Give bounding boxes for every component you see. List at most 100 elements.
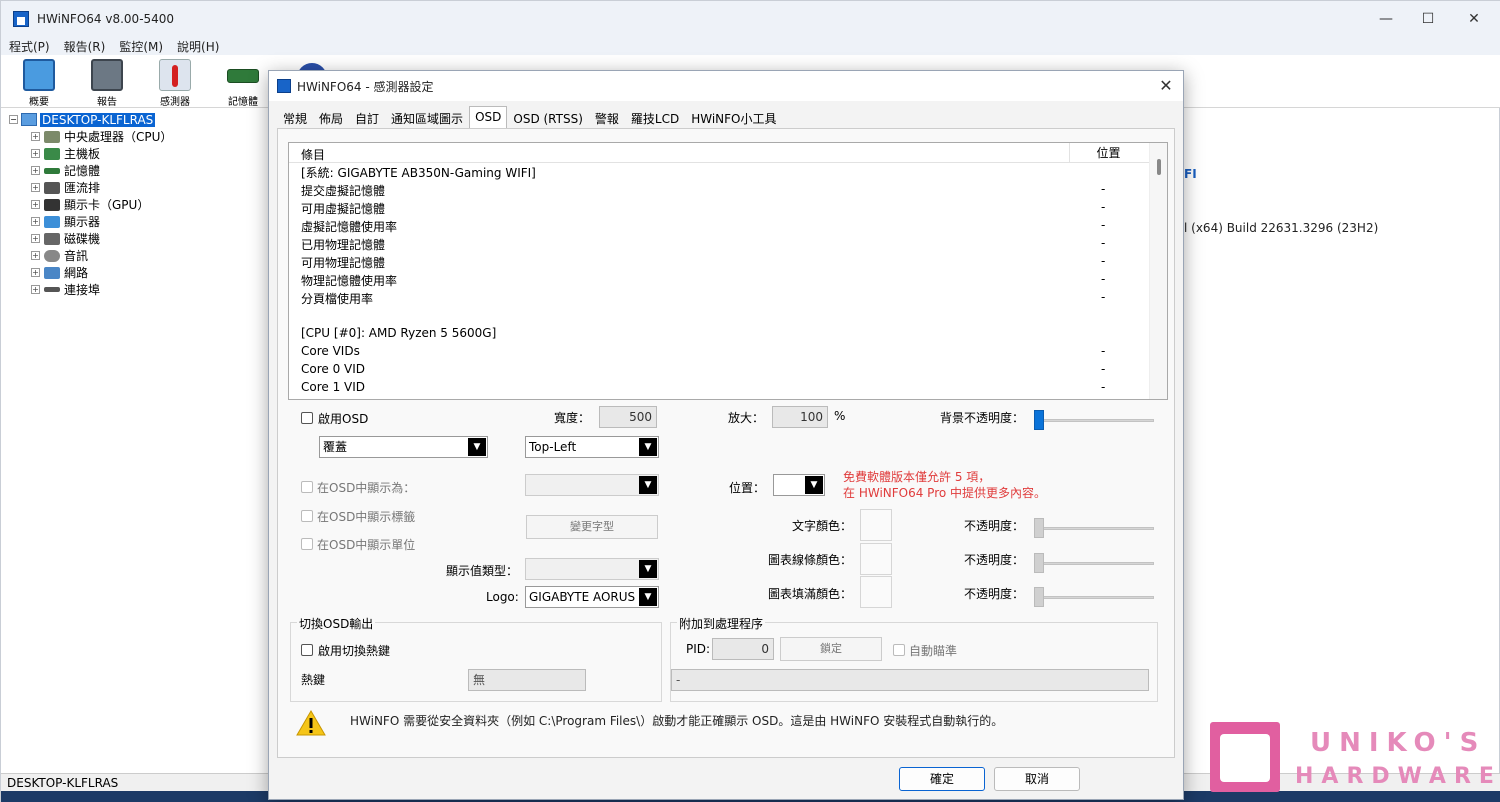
minimize-button[interactable]: — <box>1363 1 1409 37</box>
width-input[interactable]: 500 <box>599 406 657 428</box>
line-color-swatch[interactable] <box>860 543 892 575</box>
menu-program[interactable]: 程式(P) <box>9 38 50 55</box>
bg-opacity-slider[interactable] <box>1034 410 1154 430</box>
mode-select[interactable]: 覆蓋 ▼ <box>319 436 488 458</box>
show-unit-checkbox[interactable] <box>301 538 313 550</box>
tree-item-drives[interactable]: + 磁碟機 <box>31 230 100 247</box>
tab-tray-icon[interactable]: 通知區域圖示 <box>385 108 469 128</box>
collapse-icon[interactable]: − <box>9 115 18 124</box>
ok-button[interactable]: 確定 <box>899 767 985 791</box>
dialog-close-button[interactable]: ✕ <box>1155 75 1177 97</box>
value-type-select[interactable]: ▼ <box>525 558 659 580</box>
title-bar: HWiNFO64 v8.00-5400 — ☐ ✕ <box>1 1 1500 37</box>
tree-item-label: 中央處理器（CPU） <box>64 130 173 144</box>
show-as-select[interactable]: ▼ <box>525 474 659 496</box>
tab-custom[interactable]: 自訂 <box>349 108 385 128</box>
list-item[interactable]: Core VIDs - <box>301 344 1141 362</box>
list-item[interactable]: Core 1 VID - <box>301 380 1141 398</box>
list-scrollbar[interactable] <box>1149 143 1167 399</box>
list-item[interactable]: Core 0 VID - <box>301 362 1141 380</box>
expand-icon[interactable]: + <box>31 183 40 192</box>
tab-osd-rtss[interactable]: OSD (RTSS) <box>507 108 589 128</box>
tree-root[interactable]: − DESKTOP-KLFLRAS <box>9 111 156 128</box>
text-color-swatch[interactable] <box>860 509 892 541</box>
tab-osd[interactable]: OSD <box>469 106 508 128</box>
tab-logitech-lcd[interactable]: 羅技LCD <box>625 108 685 128</box>
col-item-header[interactable]: 條目 <box>301 146 325 163</box>
tree-item-ports[interactable]: + 連接埠 <box>31 281 100 298</box>
toolbar-report-button[interactable]: 報告 <box>79 59 135 108</box>
list-item[interactable]: 可用虛擬記憶體 - <box>301 200 1141 218</box>
process-field[interactable]: - <box>671 669 1149 691</box>
expand-icon[interactable]: + <box>31 251 40 260</box>
tree-item-network[interactable]: + 網路 <box>31 264 88 281</box>
tab-alerts[interactable]: 警報 <box>589 108 625 128</box>
tree-item-gpu[interactable]: + 顯示卡（GPU） <box>31 196 149 213</box>
list-item[interactable] <box>301 308 1141 326</box>
expand-icon[interactable]: + <box>31 149 40 158</box>
auto-aim-checkbox[interactable] <box>893 644 905 656</box>
list-item[interactable]: 虛擬記憶體使用率 - <box>301 218 1141 236</box>
position-select[interactable]: ▼ <box>773 474 825 496</box>
list-item[interactable]: 已用物理記憶體 - <box>301 236 1141 254</box>
expand-icon[interactable]: + <box>31 285 40 294</box>
auto-aim-label: 自動瞄準 <box>909 644 958 658</box>
item-name: Core 0 VID <box>301 362 366 376</box>
change-font-button[interactable]: 變更字型 <box>526 515 658 539</box>
toolbar-memory-button[interactable]: 記憶體 <box>215 59 271 108</box>
show-label-checkbox[interactable] <box>301 510 313 522</box>
list-item[interactable]: [CPU [#0]: AMD Ryzen 5 5600G] <box>301 326 1141 344</box>
enable-osd-checkbox[interactable] <box>301 412 313 424</box>
cancel-button[interactable]: 取消 <box>994 767 1080 791</box>
expand-icon[interactable]: + <box>31 166 40 175</box>
list-item[interactable]: 分頁檔使用率 - <box>301 290 1141 308</box>
lock-button[interactable]: 鎖定 <box>780 637 882 661</box>
logo-select[interactable]: GIGABYTE AORUS ▼ <box>525 586 659 608</box>
zoom-input[interactable]: 100 <box>772 406 828 428</box>
maximize-button[interactable]: ☐ <box>1405 1 1451 37</box>
tree-item-label: 顯示器 <box>64 215 101 229</box>
tab-gadget[interactable]: HWiNFO小工具 <box>685 108 782 128</box>
list-item[interactable]: 可用物理記憶體 - <box>301 254 1141 272</box>
expand-icon[interactable]: + <box>31 268 40 277</box>
hotkey-input[interactable]: 無 <box>468 669 586 691</box>
list-item[interactable]: 提交虛擬記憶體 - <box>301 182 1141 200</box>
menu-help[interactable]: 說明(H) <box>177 38 219 55</box>
item-position: - <box>1101 272 1106 286</box>
expand-icon[interactable]: + <box>31 200 40 209</box>
fill-color-swatch[interactable] <box>860 576 892 608</box>
show-as-checkbox[interactable] <box>301 481 313 493</box>
pid-input[interactable]: 0 <box>712 638 774 660</box>
text-opacity-slider[interactable] <box>1034 518 1154 538</box>
sensor-list[interactable]: 條目 位置 [系統: GIGABYTE AB350N-Gaming WIFI] … <box>288 142 1168 400</box>
toolbar-summary-button[interactable]: 概要 <box>11 59 67 108</box>
anchor-select[interactable]: Top-Left ▼ <box>525 436 659 458</box>
scrollbar-thumb[interactable] <box>1157 159 1161 175</box>
close-button[interactable]: ✕ <box>1451 1 1497 37</box>
line-opacity-slider[interactable] <box>1034 553 1154 573</box>
tree-item-motherboard[interactable]: + 主機板 <box>31 145 100 162</box>
tree-item-monitor[interactable]: + 顯示器 <box>31 213 100 230</box>
tab-general[interactable]: 常規 <box>277 108 313 128</box>
tab-layout[interactable]: 佈局 <box>313 108 349 128</box>
item-position: - <box>1101 254 1106 268</box>
tree-item-cpu[interactable]: + 中央處理器（CPU） <box>31 128 172 145</box>
item-name: 分頁檔使用率 <box>301 292 374 306</box>
expand-icon[interactable]: + <box>31 217 40 226</box>
tree-item-memory[interactable]: + 記憶體 <box>31 162 100 179</box>
enable-hotkey-checkbox[interactable] <box>301 644 313 656</box>
watermark-logo <box>1210 722 1280 792</box>
toolbar-sensors-button[interactable]: 感測器 <box>147 59 203 108</box>
tree-item-audio[interactable]: + 音訊 <box>31 247 88 264</box>
tree-item-bus[interactable]: + 匯流排 <box>31 179 100 196</box>
menu-monitor[interactable]: 監控(M) <box>119 38 163 55</box>
list-item[interactable]: 物理記憶體使用率 - <box>301 272 1141 290</box>
drive-icon <box>44 232 60 245</box>
chevron-down-icon: ▼ <box>639 588 657 606</box>
expand-icon[interactable]: + <box>31 234 40 243</box>
list-item[interactable]: [系統: GIGABYTE AB350N-Gaming WIFI] <box>301 164 1141 182</box>
col-position-header[interactable]: 位置 <box>1069 143 1147 163</box>
fill-opacity-slider[interactable] <box>1034 587 1154 607</box>
expand-icon[interactable]: + <box>31 132 40 141</box>
menu-report[interactable]: 報告(R) <box>64 38 106 55</box>
